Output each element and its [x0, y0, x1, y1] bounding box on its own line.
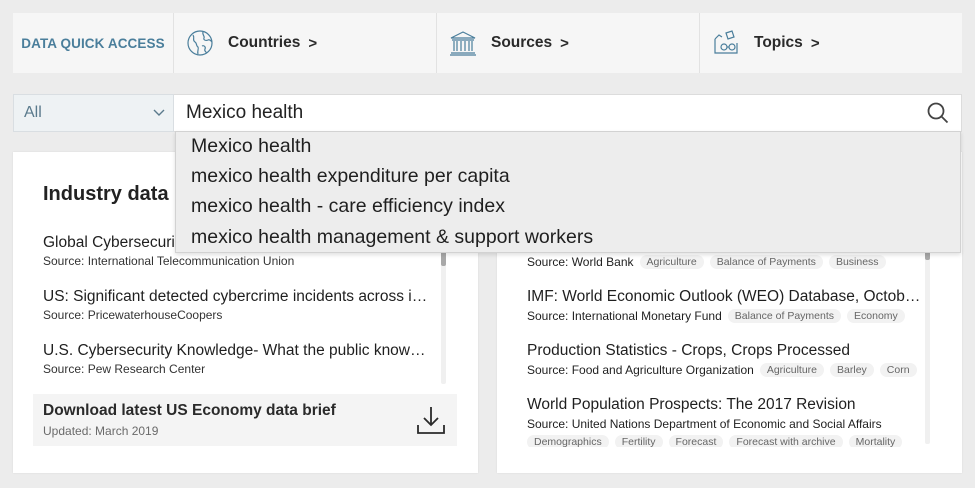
dataset-title[interactable]: World Population Prospects: The 2017 Rev…	[527, 395, 927, 415]
suggestion-item[interactable]: Mexico health	[191, 135, 311, 158]
quick-access-bar: DATA QUICK ACCESS Countries > Sources >	[13, 13, 962, 73]
chevron-right-icon: >	[810, 34, 820, 52]
topic-tag[interactable]: Mortality	[848, 435, 903, 447]
dataset-title[interactable]: US: Significant detected cybercrime inci…	[43, 287, 433, 307]
topics-link[interactable]: Topics >	[700, 13, 962, 73]
topic-tag[interactable]: Agriculture	[639, 255, 704, 269]
topics-label: Topics	[754, 34, 803, 51]
chevron-right-icon: >	[560, 34, 569, 52]
institution-icon	[450, 31, 476, 56]
topic-tag[interactable]: Barley	[830, 363, 874, 377]
topic-tag[interactable]: Business	[828, 255, 886, 269]
topic-tag[interactable]: Forecast with archive	[729, 435, 843, 447]
topic-tag[interactable]: Demographics	[527, 435, 609, 447]
dataset-source: Source: United Nations Department of Eco…	[527, 417, 882, 431]
topic-tag[interactable]: Balance of Payments	[727, 309, 842, 323]
dataset-source: Source: Food and Agriculture Organizatio…	[527, 363, 754, 377]
topics-icon	[714, 30, 738, 54]
sources-link[interactable]: Sources >	[437, 13, 700, 73]
chevron-down-icon	[153, 109, 165, 116]
quick-access-title: DATA QUICK ACCESS	[13, 13, 174, 73]
download-brief-updated: Updated: March 2019	[43, 424, 159, 438]
search-row: All	[13, 94, 962, 132]
download-icon	[417, 407, 445, 434]
list-item: U.S. Cybersecurity Knowledge- What the p…	[43, 341, 433, 377]
globe-icon	[187, 30, 213, 56]
download-brief-title: Download latest US Economy data brief	[43, 402, 336, 419]
dataset-title[interactable]: U.S. Cybersecurity Knowledge- What the p…	[43, 341, 433, 361]
autocomplete-dropdown: Mexico health mexico health expenditure …	[175, 131, 961, 253]
dataset-source: Source: PricewaterhouseCoopers	[43, 308, 223, 322]
list-item: Source: World Bank Agriculture Balance o…	[527, 255, 927, 269]
topic-tag[interactable]: Agriculture	[759, 363, 825, 377]
topic-tag[interactable]: Fertility	[614, 435, 663, 447]
category-value: All	[24, 104, 42, 121]
industry-data-title: Industry data	[43, 183, 169, 205]
search-box	[174, 94, 962, 132]
topic-tag[interactable]: Economy	[847, 309, 905, 323]
countries-link[interactable]: Countries >	[174, 13, 437, 73]
dataset-source: Source: World Bank	[527, 255, 634, 269]
list-item: Production Statistics - Crops, Crops Pro…	[527, 341, 927, 377]
search-input[interactable]	[186, 102, 927, 124]
topic-tag[interactable]: Balance of Payments	[709, 255, 823, 269]
dataset-title[interactable]: Production Statistics - Crops, Crops Pro…	[527, 341, 927, 361]
dataset-title[interactable]: IMF: World Economic Outlook (WEO) Databa…	[527, 287, 927, 307]
search-icon[interactable]	[927, 102, 949, 124]
dataset-source: Source: International Monetary Fund	[527, 309, 722, 323]
download-brief-button[interactable]: Download latest US Economy data brief Up…	[33, 394, 457, 446]
suggestion-item[interactable]: mexico health - care efficiency index	[191, 195, 505, 218]
category-select[interactable]: All	[13, 94, 174, 132]
sources-label: Sources	[491, 34, 553, 51]
dataset-source: Source: International Telecommunication …	[43, 254, 295, 268]
tag-row: Demographics Fertility Forecast Forecast…	[527, 435, 927, 447]
list-item: IMF: World Economic Outlook (WEO) Databa…	[527, 287, 927, 323]
suggestion-item[interactable]: mexico health expenditure per capita	[191, 165, 510, 188]
suggestion-item[interactable]: mexico health management & support worke…	[191, 226, 593, 249]
list-item: World Population Prospects: The 2017 Rev…	[527, 395, 927, 447]
topic-tag[interactable]: Corn	[879, 363, 917, 377]
dataset-source: Source: Pew Research Center	[43, 362, 206, 376]
chevron-right-icon: >	[308, 34, 318, 52]
countries-label: Countries	[228, 34, 301, 51]
list-item: US: Significant detected cybercrime inci…	[43, 287, 433, 323]
topic-tag[interactable]: Forecast	[668, 435, 724, 447]
scrollbar-track[interactable]	[925, 232, 930, 444]
